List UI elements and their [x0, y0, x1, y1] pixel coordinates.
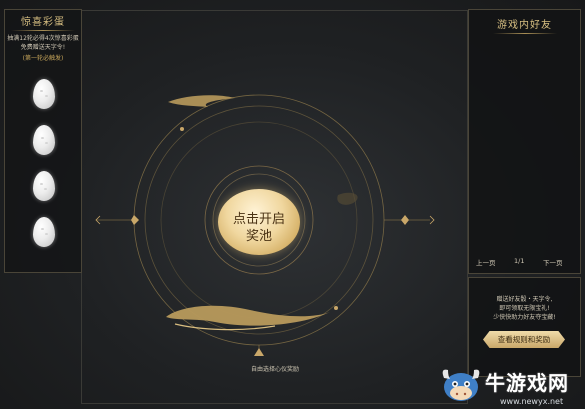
egg-icon — [33, 171, 55, 201]
open-prize-pool-button[interactable]: 点击开启 奖池 — [218, 189, 300, 255]
bull-mascot-icon — [442, 369, 480, 401]
prev-page-button[interactable]: 上一页 — [476, 257, 496, 267]
bottom-triangle-marker — [254, 348, 264, 356]
free-choice-caption: 自由选择心仪奖励 — [250, 366, 299, 373]
egg-icon — [33, 217, 55, 247]
egg-slot-4[interactable] — [27, 215, 61, 253]
title-divider — [492, 33, 557, 34]
ring-dot-lower-right — [334, 306, 338, 310]
watermark-url: www.newyx.net — [500, 397, 564, 406]
next-page-button[interactable]: 下一页 — [543, 257, 563, 267]
right-diamond-marker — [401, 215, 409, 225]
surprise-egg-desc-line2: 免费赠送天字令! — [20, 44, 66, 51]
watermark-title: 牛游戏网 — [485, 371, 569, 395]
open-button-line1: 点击开启 — [232, 212, 285, 227]
friends-pager: 上一页 1/1 下一页 — [469, 257, 580, 269]
egg-slot-1[interactable] — [27, 77, 61, 115]
friends-panel: 游戏内好友 上一页 1/1 下一页 — [468, 9, 581, 274]
surprise-egg-title: 惊喜彩蛋 — [21, 17, 65, 28]
egg-slot-3[interactable] — [27, 169, 61, 207]
invite-tip-line3: 少侠快助力好友夺宝藏! — [493, 314, 556, 321]
friends-title: 游戏内好友 — [497, 20, 552, 31]
invite-tip-line2: 即可领取无限宝礼! — [499, 305, 550, 312]
egg-icon — [33, 79, 55, 109]
view-rules-button[interactable]: 查看规则和奖励 — [483, 331, 565, 348]
page-indicator: 1/1 — [514, 257, 525, 265]
surprise-egg-panel: 惊喜彩蛋 抽满12轮必得4次惊喜彩蛋 免费赠送天字令! (第一轮必触发) — [4, 9, 82, 273]
left-diamond-marker — [131, 215, 139, 225]
open-button-line2: 奖池 — [245, 229, 272, 244]
site-watermark: 牛游戏网 www.newyx.net — [436, 357, 585, 409]
title-divider — [11, 30, 75, 31]
surprise-egg-hint: (第一轮必触发) — [22, 55, 64, 62]
egg-icon — [33, 125, 55, 155]
invite-tip-line1: 赠送好友骰・天字令, — [496, 296, 553, 303]
ring-dot-upper-left — [180, 127, 184, 131]
surprise-egg-desc-line1: 抽满12轮必得4次惊喜彩蛋 — [7, 35, 79, 42]
egg-slot-2[interactable] — [27, 123, 61, 161]
